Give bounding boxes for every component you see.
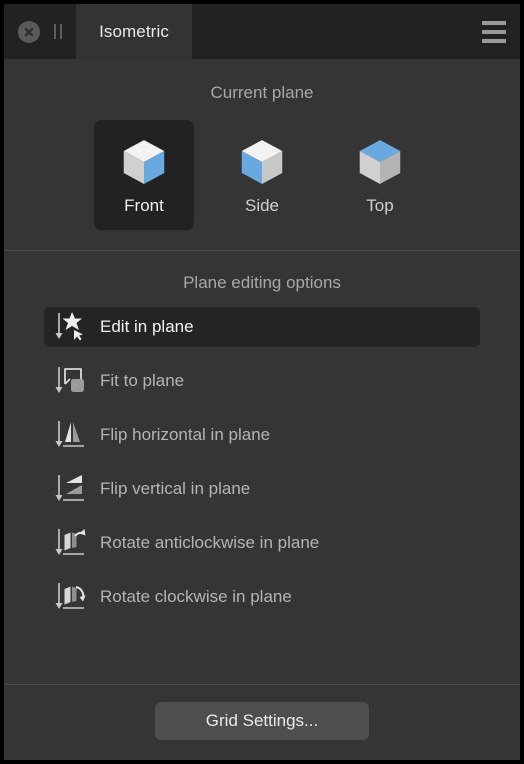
plane-option-top[interactable]: Top [330,120,430,230]
cube-front-icon [123,139,165,184]
plane-option-side[interactable]: Side [212,120,312,230]
rotate-anticlockwise-icon [55,529,86,555]
menu-line-2 [482,29,506,34]
plane-editing-options-list: Edit in plane Fit to plane Flip horizont… [4,307,520,631]
plane-option-side-label: Side [244,195,280,215]
close-icon[interactable] [18,20,40,43]
tab-isometric-label: Isometric [99,21,169,41]
menu-line-1 [482,20,506,25]
current-plane-section: Current plane Front Side Top [4,59,520,230]
plane-option-front[interactable]: Front [94,120,194,230]
cube-top-icon [359,139,401,184]
titlebar: Isometric [4,4,520,59]
option-rotate-clockwise-in-plane[interactable]: Rotate clockwise in plane [44,577,480,617]
plane-editing-options-section: Plane editing options Edit in plane Fit … [4,251,520,631]
option-edit-in-plane-label: Edit in plane [100,317,194,336]
option-flip-horizontal-in-plane-label: Flip horizontal in plane [100,425,271,444]
footer: Grid Settings... [4,685,520,760]
option-fit-to-plane[interactable]: Fit to plane [44,361,480,401]
option-edit-in-plane[interactable]: Edit in plane [44,307,480,347]
grid-settings-button[interactable]: Grid Settings... [155,702,369,740]
plane-options-row: Front Side Top [4,120,520,230]
option-flip-vertical-in-plane-label: Flip vertical in plane [100,479,251,498]
isometric-panel-window: Isometric Current plane Front Side Top P… [0,0,524,764]
window-controls [4,4,76,59]
pause-bars-icon[interactable] [54,24,62,39]
option-flip-vertical-in-plane[interactable]: Flip vertical in plane [44,469,480,509]
edit-in-plane-icon [55,312,83,341]
plane-option-top-label: Top [366,195,394,215]
pause-bar-right [60,24,62,39]
menu-line-3 [482,38,506,43]
plane-option-front-label: Front [124,195,164,215]
option-flip-horizontal-in-plane[interactable]: Flip horizontal in plane [44,415,480,455]
tab-isometric[interactable]: Isometric [76,4,192,59]
hamburger-menu-icon[interactable] [468,4,520,59]
fit-to-plane-icon [55,367,84,393]
flip-vertical-icon [55,475,84,501]
current-plane-title: Current plane [210,83,314,102]
pause-bar-left [54,24,56,39]
panel-body: Current plane Front Side Top Plane editi… [4,59,520,760]
option-fit-to-plane-label: Fit to plane [100,371,185,390]
panel-spacer [4,631,520,684]
cube-side-icon [241,139,283,184]
option-rotate-anticlockwise-in-plane[interactable]: Rotate anticlockwise in plane [44,523,480,563]
option-rotate-clockwise-in-plane-label: Rotate clockwise in plane [100,587,292,606]
plane-editing-options-title: Plane editing options [183,273,341,292]
rotate-clockwise-icon [55,583,86,609]
option-rotate-anticlockwise-in-plane-label: Rotate anticlockwise in plane [100,533,320,552]
flip-horizontal-icon [55,421,84,447]
titlebar-filler [192,4,468,59]
